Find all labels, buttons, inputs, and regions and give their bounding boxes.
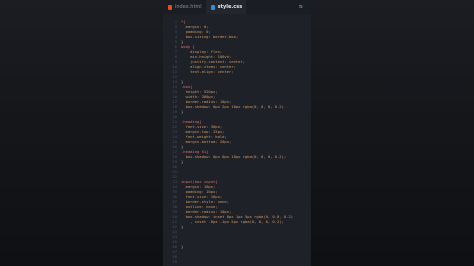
video-frame: index.html style.css ⇆ 1 *{2 margin: 0; 3 … [0,0,474,266]
editor-tab-bar: index.html style.css ⇆ [163,0,311,14]
tab-label: style.css [217,4,243,10]
tab-index-html[interactable]: index.html [163,0,206,14]
code-line[interactable]: 49 [163,259,311,264]
code-text: } [181,244,184,249]
code-text: box-sizing: border-box; [181,34,239,39]
code-editor: index.html style.css ⇆ 1 *{2 margin: 0; 3 … [163,0,311,266]
code-area[interactable]: 1 *{2 margin: 0; 3 padding: 0; 4 box-sizing… [163,19,311,264]
code-text: text-align: center; [181,69,234,74]
tab-style-css[interactable]: style.css [205,0,247,14]
code-text: } [181,109,184,114]
blurred-backdrop-right [311,0,474,266]
line-number: 49 [172,259,177,264]
split-editor-icon[interactable]: ⇆ [299,3,305,10]
code-text: } [181,224,184,229]
code-text: } [181,159,184,164]
code-text: box-shadow: 0px 0px 10px rgba(0, 0, 0, 0… [181,154,287,159]
code-text: margin-bottom: 20px; [181,139,232,144]
code-text: , inset -0px -1px 5px rgba(0, 0, 0, 0.2)… [181,219,284,224]
html-file-icon [168,4,172,10]
tab-label: index.html [175,4,202,10]
code-text: box-shadow: 0px 2px 10px rgba(0, 0, 0, 0… [181,104,284,109]
css-file-icon [210,4,215,10]
blurred-backdrop-left [0,0,163,266]
